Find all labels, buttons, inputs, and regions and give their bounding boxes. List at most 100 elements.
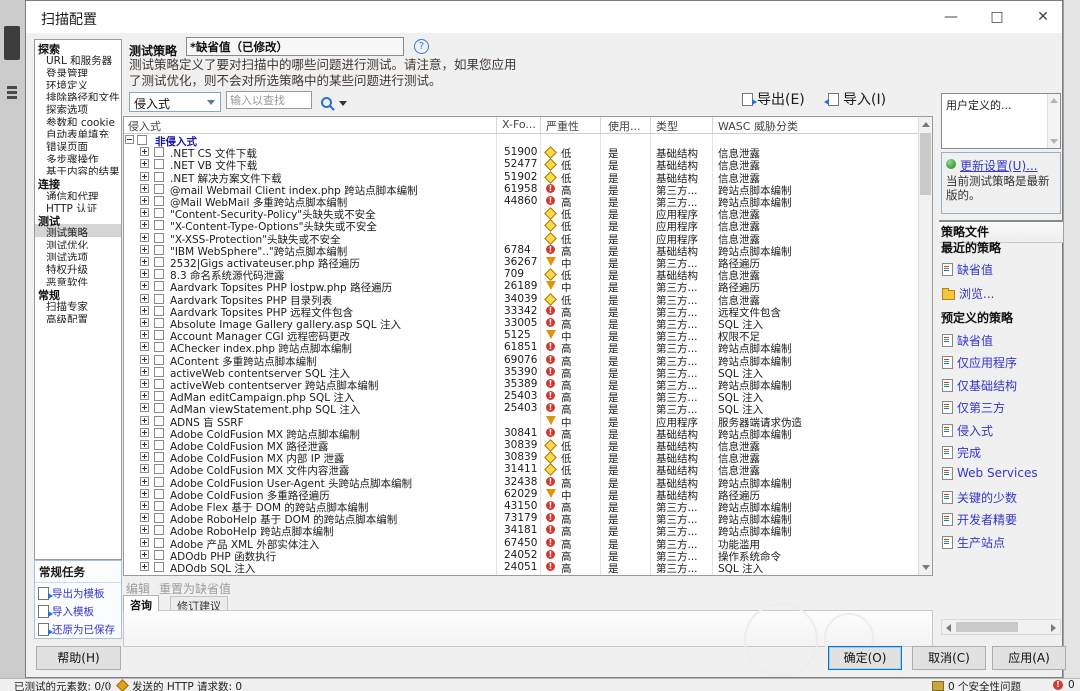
expand-icon[interactable]: [140, 391, 149, 400]
scroll-down-icon[interactable]: [1050, 139, 1058, 144]
test-checkbox[interactable]: [154, 525, 164, 535]
test-checkbox[interactable]: [154, 501, 164, 511]
test-checkbox[interactable]: [154, 403, 164, 413]
sidebar-item[interactable]: 参数和 cookie: [35, 114, 121, 126]
predefined-policy-link[interactable]: 开发者精要: [942, 511, 1017, 528]
expand-icon[interactable]: [140, 538, 149, 547]
sidebar-item[interactable]: 高级配置: [35, 311, 121, 323]
common-task-link[interactable]: 导入模板: [35, 601, 121, 619]
scroll-left-icon[interactable]: [946, 624, 951, 632]
test-checkbox[interactable]: [154, 379, 164, 389]
test-checkbox[interactable]: [154, 513, 164, 523]
table-row[interactable]: ADNS 盲 SSRF中是应用程序服务器端请求伪造: [124, 415, 919, 427]
expand-icon[interactable]: [140, 464, 149, 473]
expand-icon[interactable]: [140, 196, 149, 205]
table-row[interactable]: Aardvark Topsites PHP 目录列表34039低是第三方...信…: [124, 293, 919, 305]
table-row[interactable]: Account Manager CGI 远程密码更改5125中是第三方...权限…: [124, 329, 919, 341]
test-checkbox[interactable]: [154, 184, 164, 194]
predefined-policy-link[interactable]: 侵入式: [942, 422, 993, 439]
expand-icon[interactable]: [140, 208, 149, 217]
column-header[interactable]: 使用...: [608, 118, 641, 134]
update-settings-link[interactable]: 更新设置(U)...: [960, 157, 1038, 174]
column-header[interactable]: 类型: [656, 118, 678, 134]
test-checkbox[interactable]: [154, 159, 164, 169]
search-options-caret-icon[interactable]: [339, 101, 347, 106]
table-row[interactable]: Adobe Flex 基于 DOM 的跨站点脚本编制43150高是第三方...跨…: [124, 500, 919, 512]
table-group-row[interactable]: 非侵入式: [124, 134, 919, 146]
test-checkbox[interactable]: [154, 342, 164, 352]
sidebar-item[interactable]: 扫描专家: [35, 298, 121, 310]
reset-to-default-link[interactable]: 重置为缺省值: [159, 580, 231, 597]
expand-icon[interactable]: [140, 550, 149, 559]
expand-icon[interactable]: [140, 281, 149, 290]
sidebar-item[interactable]: 测试策略: [35, 224, 121, 236]
apply-button[interactable]: 应用(A): [992, 646, 1066, 670]
test-checkbox[interactable]: [154, 440, 164, 450]
test-checkbox[interactable]: [154, 147, 164, 157]
sidebar-item[interactable]: URL 和服务器: [35, 52, 121, 64]
predefined-policy-link[interactable]: Web Services: [942, 466, 1038, 480]
test-checkbox[interactable]: [154, 294, 164, 304]
test-checkbox[interactable]: [154, 220, 164, 230]
import-button[interactable]: 导入(I): [828, 89, 886, 109]
expand-icon[interactable]: [140, 172, 149, 181]
recent-policy-link[interactable]: 缺省值: [942, 261, 993, 278]
scroll-up-icon[interactable]: [922, 122, 930, 127]
minimize-button[interactable]: —: [928, 1, 974, 33]
table-row[interactable]: ADOdb PHP 函数执行24052高是第三方...操作系统命令: [124, 549, 919, 561]
test-checkbox[interactable]: [154, 269, 164, 279]
expand-icon[interactable]: [140, 330, 149, 339]
sidebar-item[interactable]: 多步骤操作: [35, 151, 121, 163]
test-checkbox[interactable]: [154, 367, 164, 377]
sidebar-item[interactable]: 测试选项: [35, 249, 121, 261]
expand-icon[interactable]: [140, 513, 149, 522]
sidebar-item[interactable]: 特权升级: [35, 261, 121, 273]
test-checkbox[interactable]: [154, 257, 164, 267]
expand-icon[interactable]: [140, 245, 149, 254]
expand-icon[interactable]: [140, 342, 149, 351]
expand-icon[interactable]: [140, 525, 149, 534]
test-checkbox[interactable]: [154, 416, 164, 426]
user-box-scrollbar[interactable]: [1047, 94, 1060, 148]
table-row[interactable]: Adobe ColdFusion MX 文件内容泄露31411低是基础结构信息泄…: [124, 463, 919, 475]
table-row[interactable]: "IBM WebSphere".."跨站点脚本编制6784高是基础结构跨站点脚本…: [124, 244, 919, 256]
table-row[interactable]: "Content-Security-Policy"头缺失或不安全低是应用程序信息…: [124, 207, 919, 219]
browse-link[interactable]: 浏览...: [942, 285, 994, 302]
common-task-link[interactable]: 导出为模板: [35, 583, 121, 601]
table-row[interactable]: .NET 解决方案文件下载51902低是基础结构信息泄露: [124, 171, 919, 183]
predefined-policy-link[interactable]: 生产站点: [942, 534, 1005, 551]
test-checkbox[interactable]: [154, 306, 164, 316]
sidebar-item[interactable]: 环境定义: [35, 77, 121, 89]
test-checkbox[interactable]: [154, 245, 164, 255]
test-checkbox[interactable]: [154, 330, 164, 340]
scroll-up-icon[interactable]: [1050, 98, 1058, 103]
column-header[interactable]: WASC 威胁分类: [718, 118, 798, 134]
group-checkbox[interactable]: [137, 135, 147, 145]
collapse-icon[interactable]: [125, 135, 134, 144]
test-checkbox[interactable]: [154, 233, 164, 243]
table-row[interactable]: Adobe ColdFusion User-Agent 头跨站点脚本编制3243…: [124, 476, 919, 488]
expand-icon[interactable]: [140, 294, 149, 303]
expand-icon[interactable]: [140, 428, 149, 437]
predefined-policy-link[interactable]: 关键的少数: [942, 489, 1017, 506]
table-row[interactable]: Adobe ColdFusion MX 路径泄露30839低是基础结构信息泄露: [124, 439, 919, 451]
sidebar-item[interactable]: 探索选项: [35, 101, 121, 113]
user-defined-box[interactable]: 用户定义的...: [941, 93, 1061, 149]
expand-icon[interactable]: [140, 501, 149, 510]
expand-icon[interactable]: [140, 159, 149, 168]
expand-icon[interactable]: [140, 379, 149, 388]
table-row[interactable]: Adobe ColdFusion 多重路径遍历62029中是基础结构路径遍历: [124, 488, 919, 500]
table-row[interactable]: 2532|Gigs activateuser.php 路径遍历36267中是第三…: [124, 256, 919, 268]
column-header[interactable]: 侵入式: [128, 118, 161, 134]
sidebar-item[interactable]: 登录管理: [35, 65, 121, 77]
predefined-policy-link[interactable]: 完成: [942, 444, 981, 461]
column-header[interactable]: 严重性: [546, 118, 579, 134]
table-row[interactable]: ADOdb SQL 注入24051高是第三方...SQL 注入: [124, 561, 919, 573]
table-row[interactable]: @mail Webmail Client index.php 跨站点脚本编制61…: [124, 183, 919, 195]
help-icon[interactable]: [414, 39, 429, 54]
sidebar-item[interactable]: 恶意软件: [35, 274, 121, 286]
scrollbar-thumb[interactable]: [956, 622, 1018, 632]
search-icon[interactable]: [321, 97, 332, 108]
test-checkbox[interactable]: [154, 464, 164, 474]
test-checkbox[interactable]: [154, 538, 164, 548]
